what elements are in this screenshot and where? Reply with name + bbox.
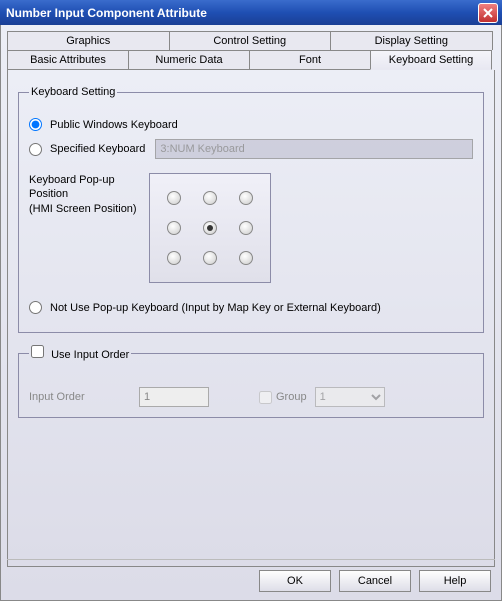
tab-numeric-data[interactable]: Numeric Data — [128, 50, 250, 70]
input-order-row: Input Order Group 1 — [29, 387, 473, 407]
popup-pos-2[interactable] — [239, 191, 253, 205]
tab-keyboard-setting[interactable]: Keyboard Setting — [370, 50, 492, 70]
use-input-order-label: Use Input Order — [51, 349, 129, 361]
radio-specified[interactable] — [29, 143, 42, 156]
dialog-body: Graphics Control Setting Display Setting… — [0, 25, 502, 601]
tab-row-1: Graphics Control Setting Display Setting — [7, 31, 495, 50]
separator — [7, 559, 495, 560]
tab-control-setting[interactable]: Control Setting — [169, 31, 332, 50]
radio-row-notuse: Not Use Pop-up Keyboard (Input by Map Ke… — [29, 301, 473, 314]
group-checkbox[interactable] — [259, 391, 272, 404]
close-button[interactable] — [478, 3, 498, 23]
popup-pos-8[interactable] — [239, 251, 253, 265]
tab-display-setting[interactable]: Display Setting — [330, 31, 493, 50]
popup-pos-1[interactable] — [203, 191, 217, 205]
button-bar: OK Cancel Help — [259, 570, 491, 592]
tab-row-2: Basic Attributes Numeric Data Font Keybo… — [7, 50, 495, 70]
close-icon — [483, 8, 493, 18]
input-order-label: Input Order — [29, 391, 139, 403]
use-input-order-checkbox[interactable] — [31, 345, 44, 358]
tab-container: Graphics Control Setting Display Setting… — [1, 25, 501, 70]
help-button[interactable]: Help — [419, 570, 491, 592]
input-order-field[interactable] — [139, 387, 209, 407]
tab-basic-attributes[interactable]: Basic Attributes — [7, 50, 129, 70]
popup-position-label: Keyboard Pop-up Position (HMI Screen Pos… — [29, 173, 149, 216]
popup-position-grid — [149, 173, 271, 283]
popup-pos-5[interactable] — [239, 221, 253, 235]
tab-graphics[interactable]: Graphics — [7, 31, 170, 50]
input-order-legend: Use Input Order — [29, 345, 131, 361]
popup-pos-4[interactable] — [203, 221, 217, 235]
group-select[interactable]: 1 — [315, 387, 385, 407]
specified-keyboard-select[interactable]: 3:NUM Keyboard — [155, 139, 473, 159]
popup-pos-3[interactable] — [167, 221, 181, 235]
keyboard-setting-group: Keyboard Setting Public Windows Keyboard… — [18, 86, 484, 333]
radio-public-windows-label: Public Windows Keyboard — [50, 119, 178, 131]
popup-pos-6[interactable] — [167, 251, 181, 265]
titlebar: Number Input Component Attribute — [0, 0, 502, 25]
window-title: Number Input Component Attribute — [6, 6, 478, 20]
tab-panel-keyboard: Keyboard Setting Public Windows Keyboard… — [7, 70, 495, 567]
ok-button[interactable]: OK — [259, 570, 331, 592]
popup-position-row: Keyboard Pop-up Position (HMI Screen Pos… — [29, 173, 473, 283]
keyboard-setting-legend: Keyboard Setting — [29, 86, 117, 98]
group-label: Group — [276, 391, 307, 403]
radio-row-public: Public Windows Keyboard — [29, 118, 473, 131]
radio-specified-label: Specified Keyboard — [50, 143, 145, 155]
cancel-button[interactable]: Cancel — [339, 570, 411, 592]
popup-pos-7[interactable] — [203, 251, 217, 265]
radio-row-specified: Specified Keyboard 3:NUM Keyboard — [29, 139, 473, 159]
group-check-wrap: Group — [259, 391, 307, 404]
popup-pos-0[interactable] — [167, 191, 181, 205]
input-order-group: Use Input Order Input Order Group 1 — [18, 345, 484, 418]
radio-public-windows[interactable] — [29, 118, 42, 131]
radio-not-use-popup[interactable] — [29, 301, 42, 314]
tab-font[interactable]: Font — [249, 50, 371, 70]
radio-not-use-popup-label: Not Use Pop-up Keyboard (Input by Map Ke… — [50, 302, 381, 314]
